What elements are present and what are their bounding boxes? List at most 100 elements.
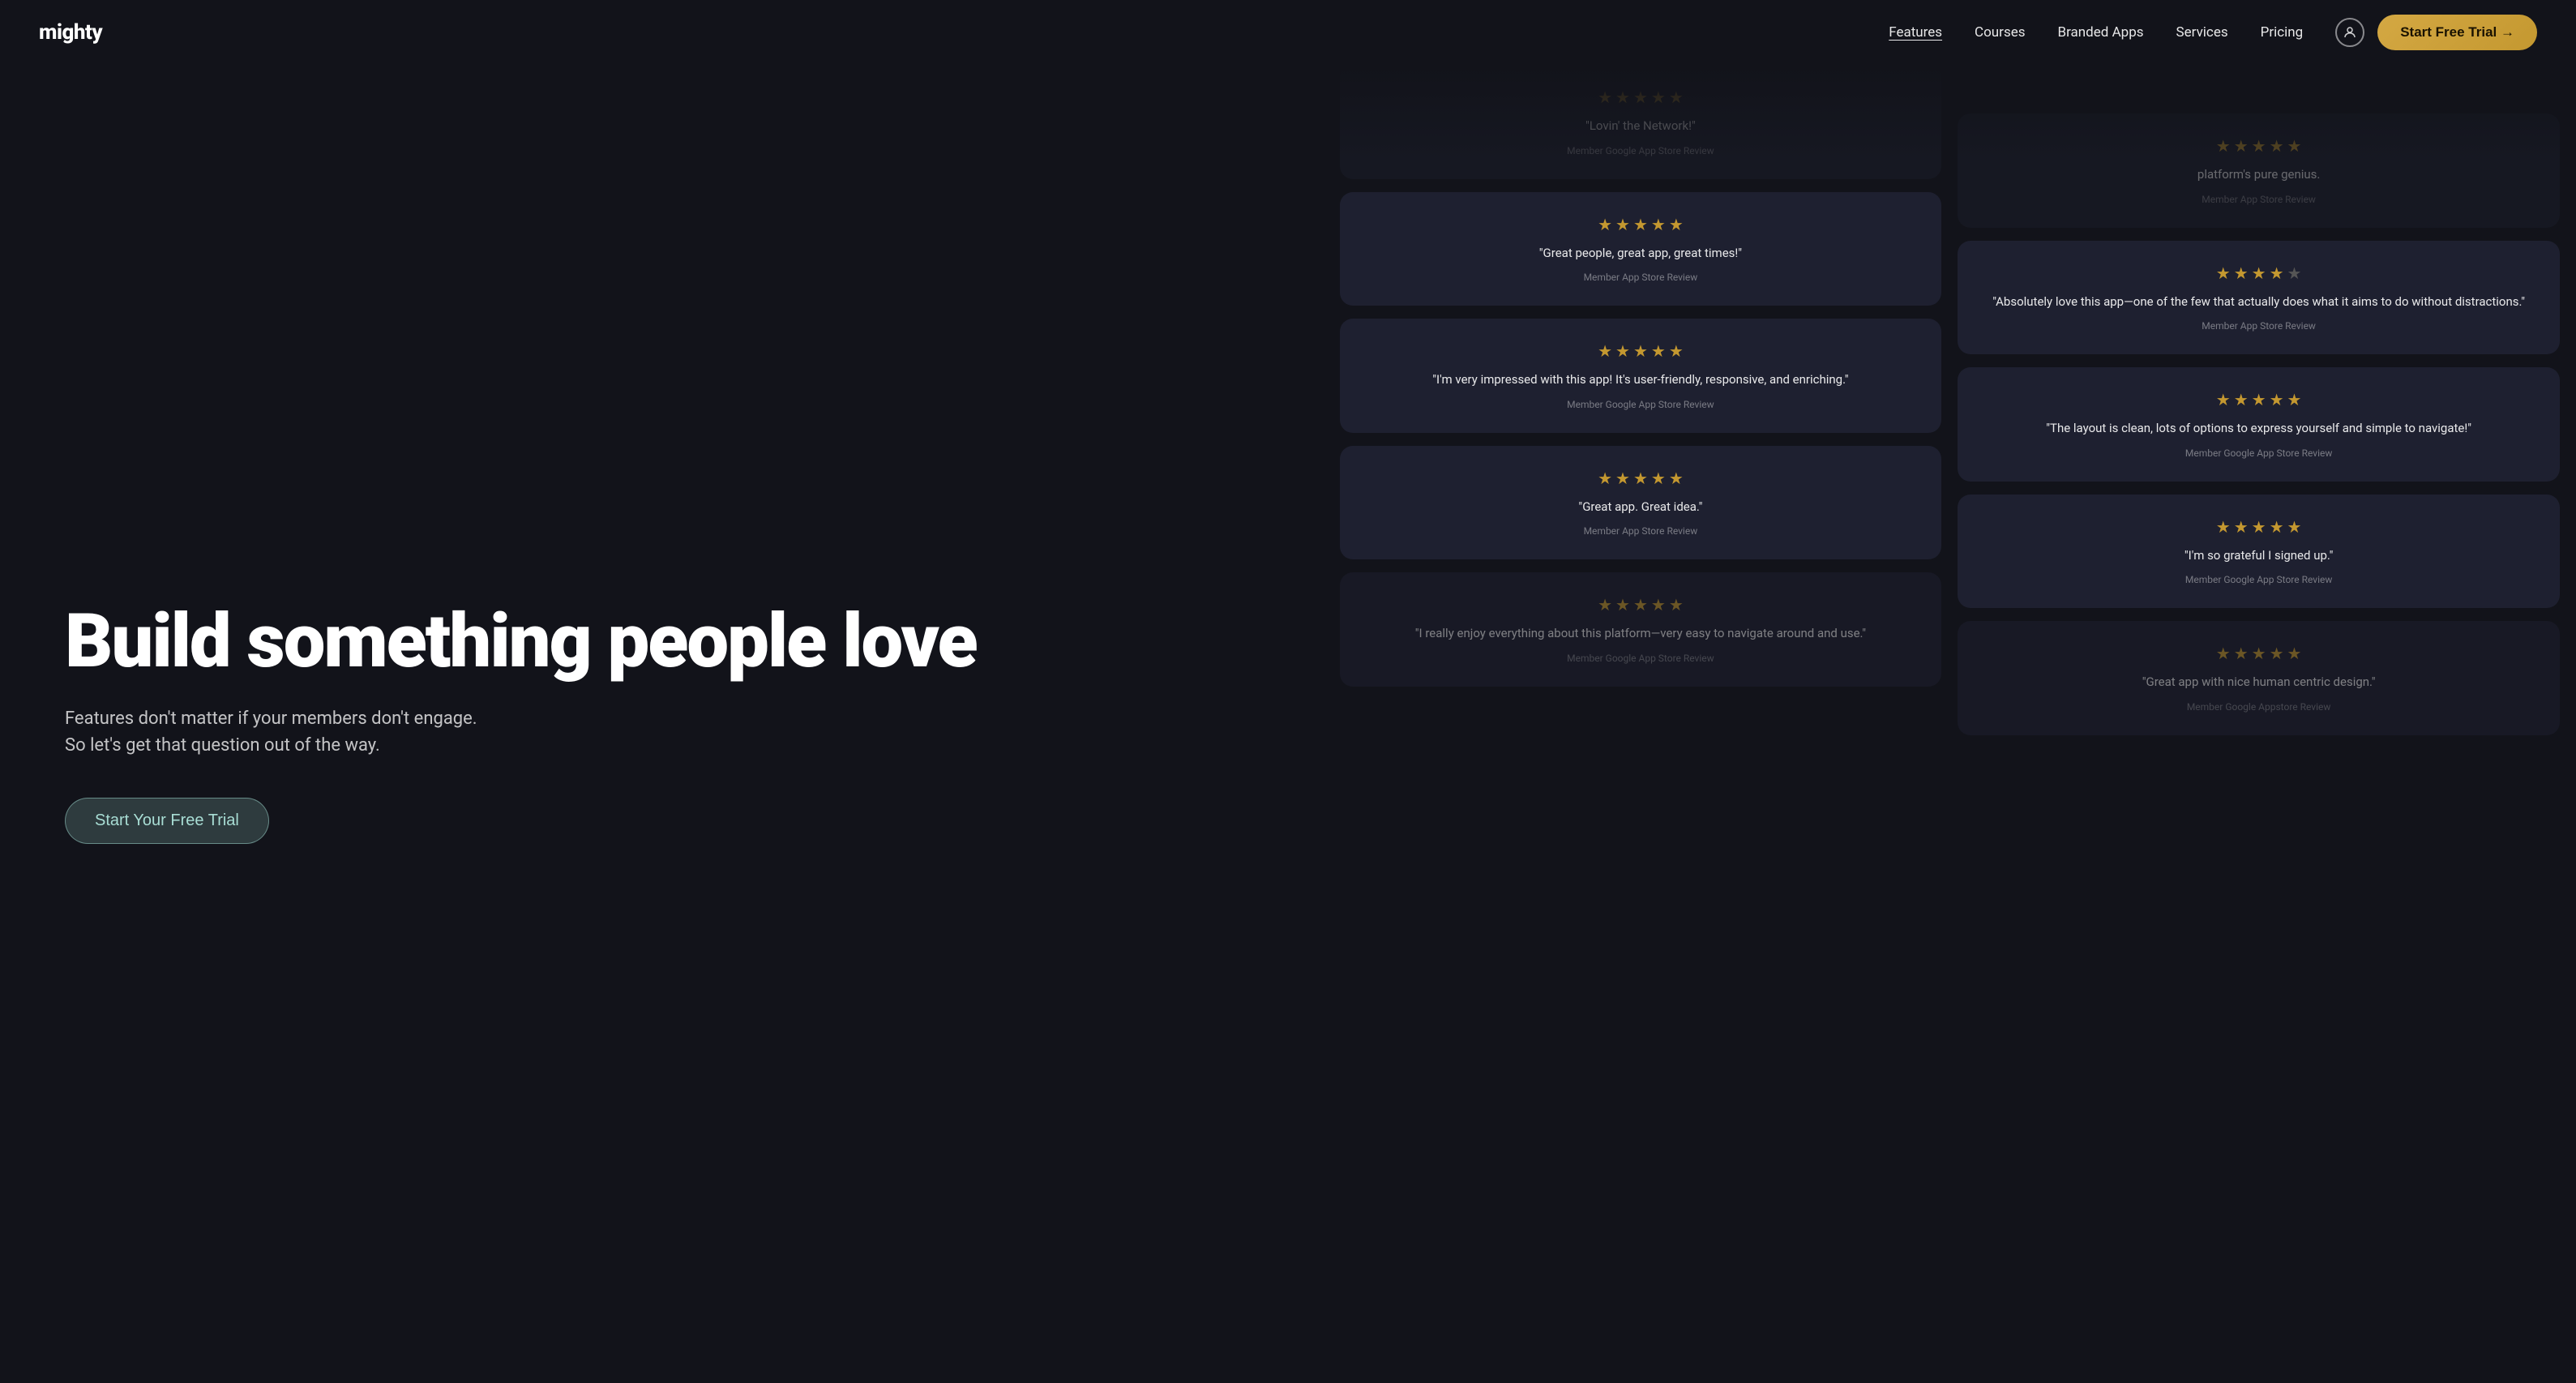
star: ★	[2234, 390, 2249, 409]
review-card: ★ ★ ★ ★ ★ "Great app. Great idea." Membe…	[1340, 446, 1942, 560]
star: ★	[1633, 215, 1648, 234]
star: ★	[1598, 469, 1612, 488]
review-source: Member Google App Store Review	[1977, 574, 2540, 585]
review-text: "The layout is clean, lots of options to…	[1977, 419, 2540, 438]
star: ★	[1669, 215, 1684, 234]
star: ★	[2252, 263, 2266, 283]
stars: ★ ★ ★ ★ ★	[1359, 595, 1923, 614]
review-source: Member App Store Review	[1977, 194, 2540, 205]
star: ★	[1669, 469, 1684, 488]
nav-item-features[interactable]: Features	[1889, 24, 1942, 41]
review-source: Member Google App Store Review	[1359, 145, 1923, 156]
star: ★	[1651, 469, 1666, 488]
star: ★	[1633, 88, 1648, 107]
star: ★	[2234, 644, 2249, 663]
star: ★	[2270, 390, 2284, 409]
review-source: Member Google Appstore Review	[1977, 701, 2540, 713]
stars: ★ ★ ★ ★ ★	[1359, 215, 1923, 234]
star: ★	[2287, 263, 2302, 283]
star: ★	[2287, 644, 2302, 663]
nav-icons: Start Free Trial →	[2335, 15, 2537, 50]
star: ★	[1651, 341, 1666, 361]
star: ★	[1651, 215, 1666, 234]
reviews-section: ★ ★ ★ ★ ★ "Lovin' the Network!" Member G…	[1340, 65, 2576, 1383]
review-text: "Lovin' the Network!"	[1359, 117, 1923, 135]
logo[interactable]: mighty	[39, 20, 102, 45]
star: ★	[2252, 136, 2266, 156]
user-icon[interactable]	[2335, 18, 2364, 47]
star: ★	[1669, 595, 1684, 614]
star: ★	[1615, 341, 1630, 361]
star: ★	[2252, 517, 2266, 537]
star: ★	[2234, 263, 2249, 283]
review-source: Member App Store Review	[1977, 320, 2540, 332]
star: ★	[2252, 644, 2266, 663]
review-source: Member Google App Store Review	[1359, 653, 1923, 664]
star: ★	[2270, 517, 2284, 537]
star: ★	[1615, 88, 1630, 107]
star: ★	[1651, 595, 1666, 614]
hero-section: Build something people love Features don…	[0, 65, 1340, 1383]
review-card: ★ ★ ★ ★ ★ platform's pure genius. Member…	[1958, 113, 2560, 228]
review-text: platform's pure genius.	[1977, 165, 2540, 184]
nav-links: Features Courses Branded Apps Services P…	[1889, 24, 2303, 41]
stars: ★ ★ ★ ★ ★	[1977, 644, 2540, 663]
reviews-column-right: ★ ★ ★ ★ ★ platform's pure genius. Member…	[1958, 65, 2560, 1383]
navbar: mighty Features Courses Branded Apps Ser…	[0, 0, 2576, 65]
star: ★	[1598, 215, 1612, 234]
review-source: Member Google App Store Review	[1977, 447, 2540, 459]
review-card: ★ ★ ★ ★ ★ "Great app with nice human cen…	[1958, 621, 2560, 735]
star: ★	[2270, 263, 2284, 283]
star: ★	[2270, 136, 2284, 156]
review-card: ★ ★ ★ ★ ★ "I'm so grateful I signed up."…	[1958, 495, 2560, 609]
star: ★	[1615, 469, 1630, 488]
review-source: Member Google App Store Review	[1359, 399, 1923, 410]
star: ★	[2234, 136, 2249, 156]
stars: ★ ★ ★ ★ ★	[1359, 469, 1923, 488]
nav-link-courses[interactable]: Courses	[1975, 24, 2025, 41]
hero-title: Build something people love	[65, 605, 1291, 679]
hero-cta-button[interactable]: Start Your Free Trial	[65, 798, 269, 844]
nav-link-features[interactable]: Features	[1889, 24, 1942, 41]
star: ★	[1651, 88, 1666, 107]
star: ★	[1598, 595, 1612, 614]
review-card: ★ ★ ★ ★ ★ "Absolutely love this app—one …	[1958, 241, 2560, 355]
star: ★	[1598, 88, 1612, 107]
start-free-trial-button[interactable]: Start Free Trial →	[2377, 15, 2537, 50]
nav-right: Features Courses Branded Apps Services P…	[1889, 15, 2537, 50]
star: ★	[1669, 341, 1684, 361]
review-text: "I really enjoy everything about this pl…	[1359, 624, 1923, 643]
stars: ★ ★ ★ ★ ★	[1977, 263, 2540, 283]
star: ★	[2216, 390, 2231, 409]
review-card: ★ ★ ★ ★ ★ "The layout is clean, lots of …	[1958, 367, 2560, 482]
nav-link-branded-apps[interactable]: Branded Apps	[2058, 24, 2144, 41]
review-card: ★ ★ ★ ★ ★ "Lovin' the Network!" Member G…	[1340, 65, 1942, 179]
review-source: Member App Store Review	[1359, 525, 1923, 537]
star: ★	[1598, 341, 1612, 361]
nav-item-pricing[interactable]: Pricing	[2261, 24, 2304, 41]
nav-link-services[interactable]: Services	[2176, 24, 2228, 41]
main-content: Build something people love Features don…	[0, 65, 2576, 1383]
review-text: "Great app. Great idea."	[1359, 498, 1923, 516]
nav-item-services[interactable]: Services	[2176, 24, 2228, 41]
stars: ★ ★ ★ ★ ★	[1977, 390, 2540, 409]
review-card: ★ ★ ★ ★ ★ "I really enjoy everything abo…	[1340, 572, 1942, 687]
star: ★	[2252, 390, 2266, 409]
stars: ★ ★ ★ ★ ★	[1359, 341, 1923, 361]
review-text: "I'm very impressed with this app! It's …	[1359, 370, 1923, 389]
star: ★	[2287, 390, 2302, 409]
review-card: ★ ★ ★ ★ ★ "I'm very impressed with this …	[1340, 319, 1942, 433]
reviews-column-left: ★ ★ ★ ★ ★ "Lovin' the Network!" Member G…	[1340, 65, 1942, 1383]
stars: ★ ★ ★ ★ ★	[1977, 136, 2540, 156]
nav-link-pricing[interactable]: Pricing	[2261, 24, 2304, 41]
review-text: "I'm so grateful I signed up."	[1977, 546, 2540, 565]
nav-item-courses[interactable]: Courses	[1975, 24, 2025, 41]
star: ★	[1633, 469, 1648, 488]
review-text: "Absolutely love this app—one of the few…	[1977, 293, 2540, 311]
star: ★	[2216, 263, 2231, 283]
star: ★	[2287, 517, 2302, 537]
stars: ★ ★ ★ ★ ★	[1977, 517, 2540, 537]
review-text: "Great people, great app, great times!"	[1359, 244, 1923, 263]
nav-item-branded-apps[interactable]: Branded Apps	[2058, 24, 2144, 41]
review-text: "Great app with nice human centric desig…	[1977, 673, 2540, 692]
